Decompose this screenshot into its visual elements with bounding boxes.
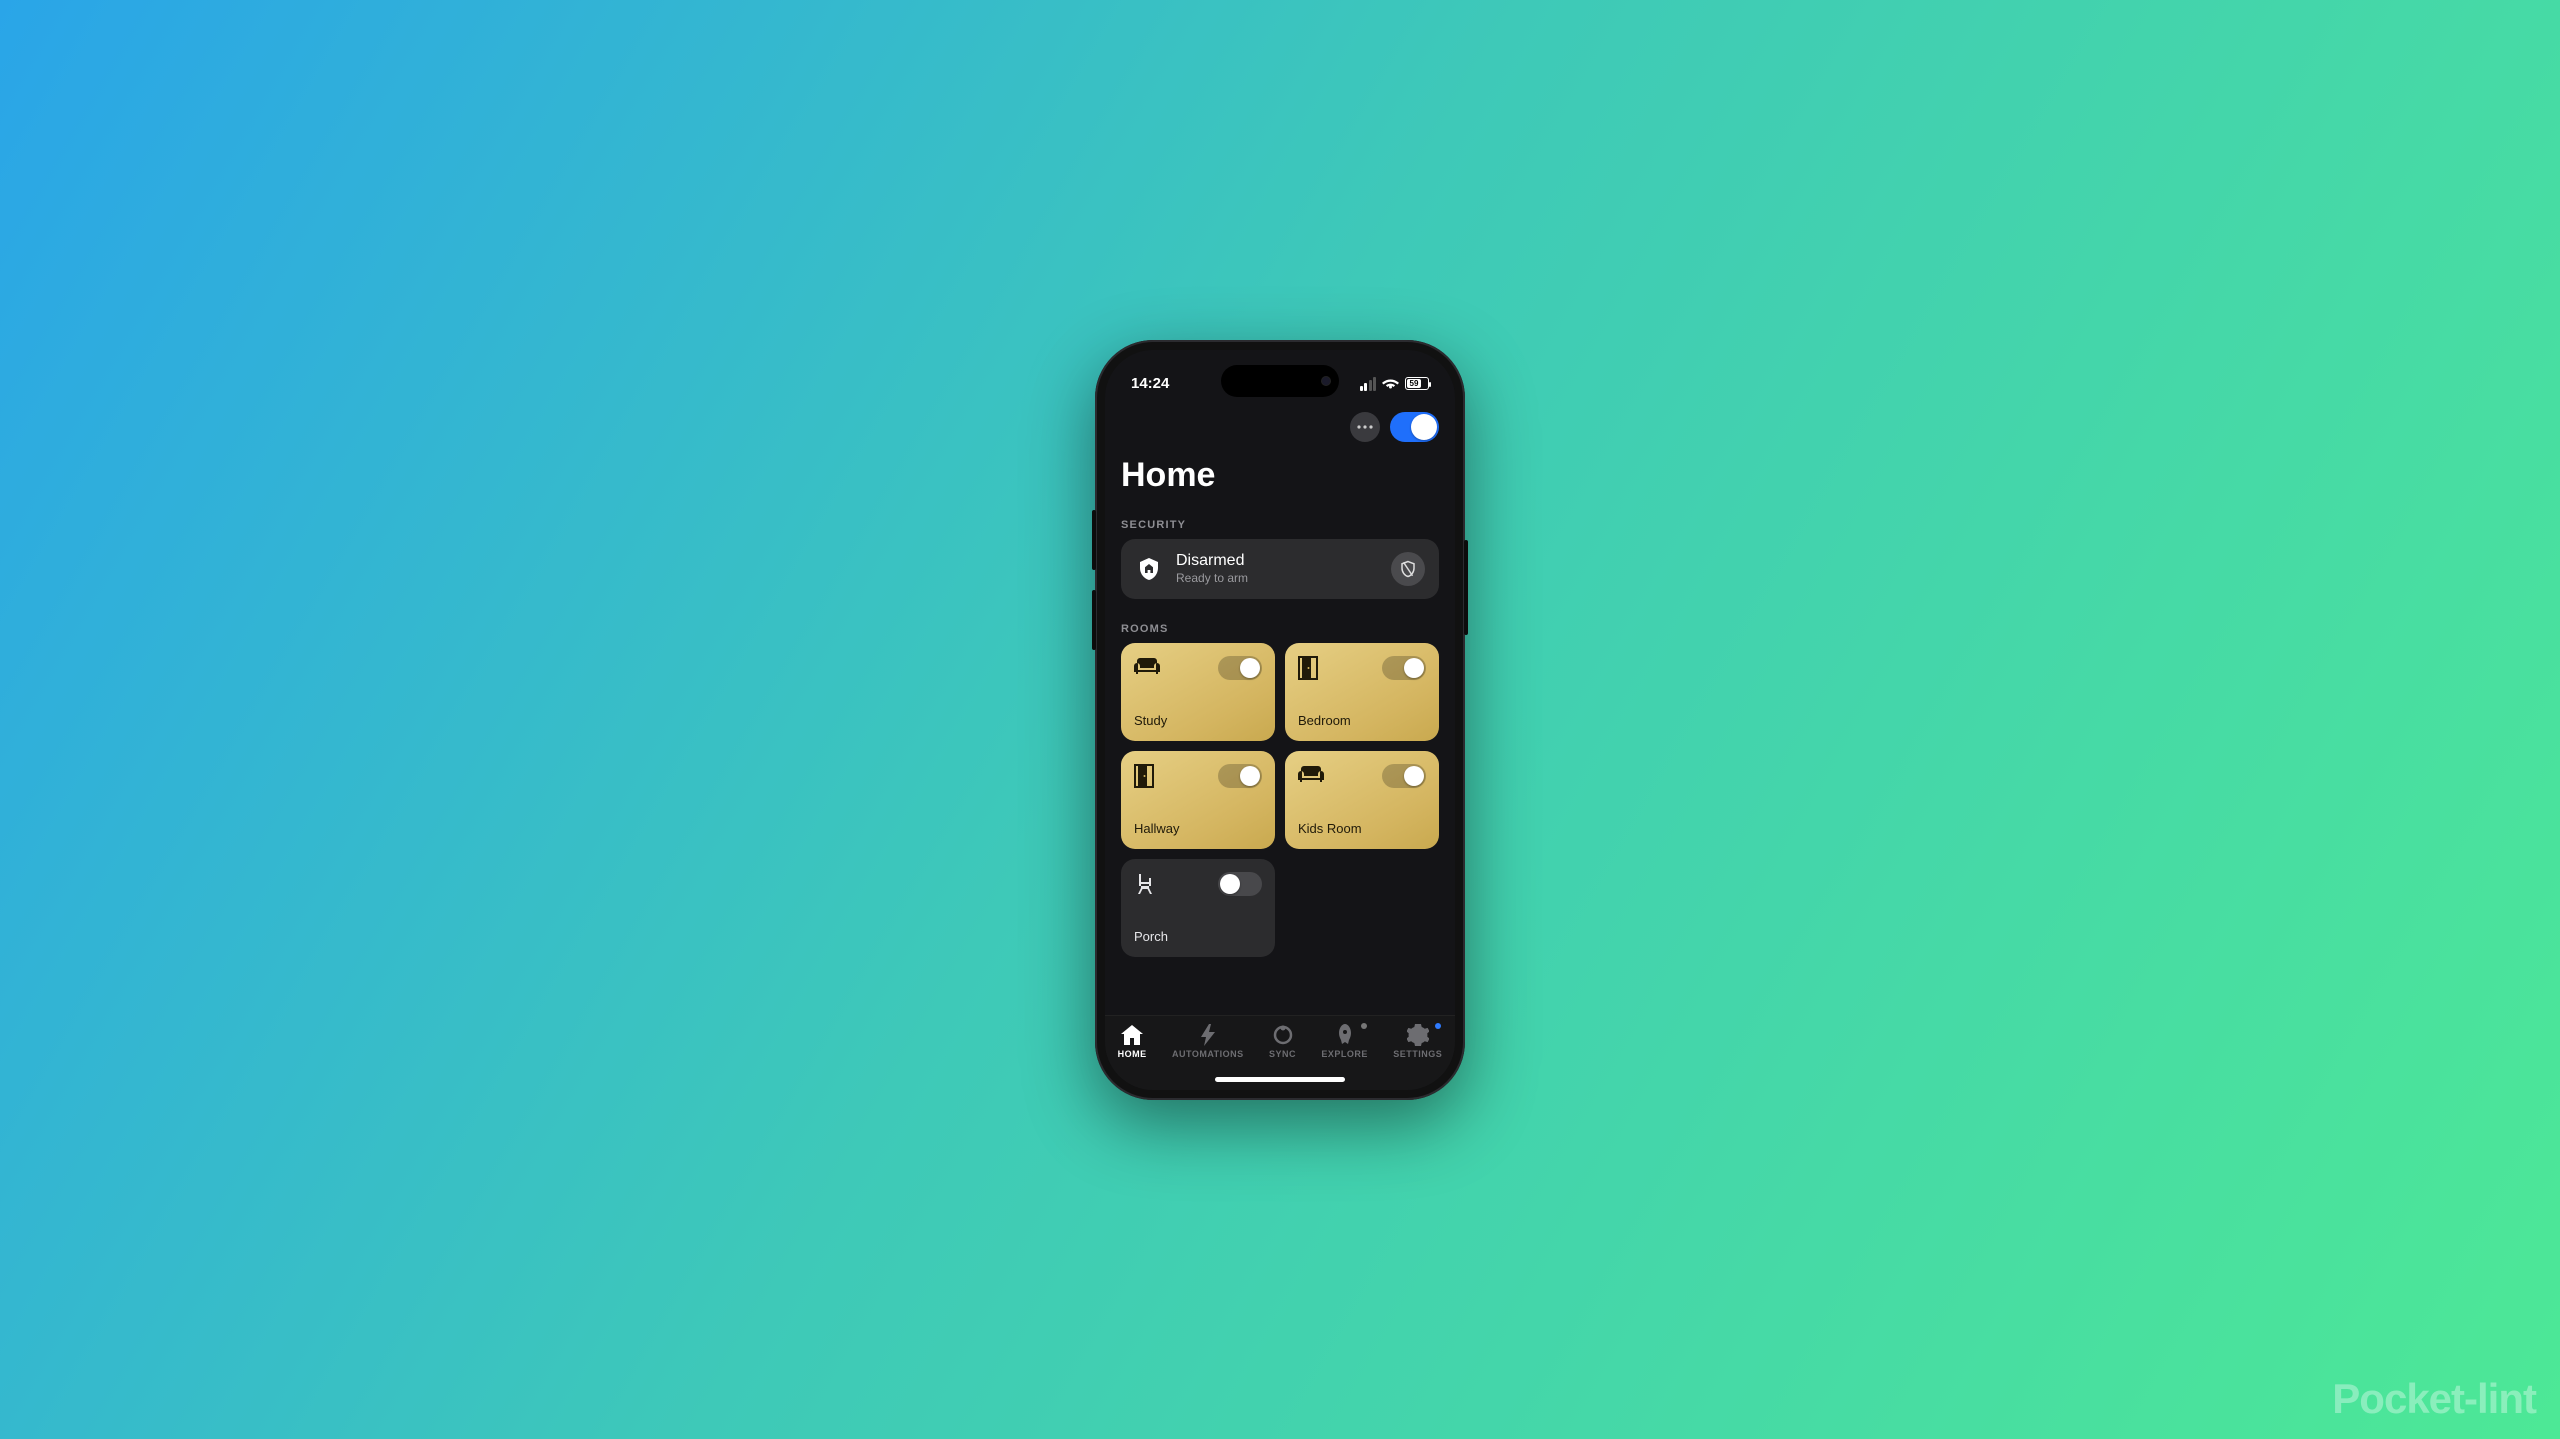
room-name: Bedroom	[1298, 713, 1426, 728]
tab-sync[interactable]: SYNC	[1269, 1024, 1296, 1059]
tab-label: SETTINGS	[1393, 1049, 1442, 1059]
room-name: Kids Room	[1298, 821, 1426, 836]
room-toggle[interactable]	[1382, 764, 1426, 788]
rooms-grid: Study Bedroom Hallway Kids Room Porch	[1121, 643, 1439, 957]
screen: 14:24 59 Home SECURITY	[1105, 350, 1455, 1090]
room-card-kids-room[interactable]: Kids Room	[1285, 751, 1439, 849]
security-subtitle: Ready to arm	[1176, 571, 1378, 585]
home-icon	[1121, 1024, 1143, 1046]
room-name: Hallway	[1134, 821, 1262, 836]
door-icon	[1134, 764, 1158, 788]
room-name: Study	[1134, 713, 1262, 728]
more-options-button[interactable]	[1350, 412, 1380, 442]
tab-label: AUTOMATIONS	[1172, 1049, 1244, 1059]
watermark: Pocket-lint	[2332, 1375, 2536, 1423]
page-title: Home	[1121, 456, 1439, 495]
notification-dot	[1361, 1023, 1367, 1029]
room-card-porch[interactable]: Porch	[1121, 859, 1275, 957]
security-status: Disarmed	[1176, 552, 1378, 570]
tab-settings[interactable]: SETTINGS	[1393, 1024, 1442, 1059]
room-toggle[interactable]	[1382, 656, 1426, 680]
notification-dot	[1435, 1023, 1441, 1029]
door-icon	[1298, 656, 1322, 680]
sofa-icon	[1298, 764, 1322, 788]
rooms-section-label: ROOMS	[1121, 623, 1439, 635]
chair-icon	[1134, 872, 1158, 896]
status-time: 14:24	[1131, 375, 1169, 392]
arm-button[interactable]	[1391, 552, 1425, 586]
master-toggle[interactable]	[1390, 412, 1439, 442]
room-card-hallway[interactable]: Hallway	[1121, 751, 1275, 849]
sync-icon	[1272, 1024, 1294, 1046]
security-card[interactable]: Disarmed Ready to arm	[1121, 539, 1439, 599]
shield-home-icon	[1135, 555, 1163, 583]
room-toggle[interactable]	[1218, 656, 1262, 680]
room-name: Porch	[1134, 929, 1262, 944]
gear-icon	[1407, 1024, 1429, 1046]
cellular-icon	[1360, 377, 1377, 391]
sofa-icon	[1134, 656, 1158, 680]
dynamic-island	[1221, 365, 1339, 397]
tab-explore[interactable]: EXPLORE	[1321, 1024, 1368, 1059]
battery-indicator: 59	[1405, 377, 1429, 390]
tab-bar: HOME AUTOMATIONS SYNC EXPLORE SETTINGS	[1105, 1015, 1455, 1090]
tab-automations[interactable]: AUTOMATIONS	[1172, 1024, 1244, 1059]
room-card-bedroom[interactable]: Bedroom	[1285, 643, 1439, 741]
tab-home[interactable]: HOME	[1118, 1024, 1147, 1059]
tab-label: HOME	[1118, 1049, 1147, 1059]
room-toggle[interactable]	[1218, 872, 1262, 896]
room-toggle[interactable]	[1218, 764, 1262, 788]
phone-frame: 14:24 59 Home SECURITY	[1095, 340, 1465, 1100]
tab-label: SYNC	[1269, 1049, 1296, 1059]
security-section-label: SECURITY	[1121, 519, 1439, 531]
wifi-icon	[1382, 377, 1399, 390]
bolt-icon	[1197, 1024, 1219, 1046]
home-indicator	[1215, 1077, 1345, 1082]
rocket-icon	[1334, 1024, 1356, 1046]
room-card-study[interactable]: Study	[1121, 643, 1275, 741]
tab-label: EXPLORE	[1321, 1049, 1368, 1059]
